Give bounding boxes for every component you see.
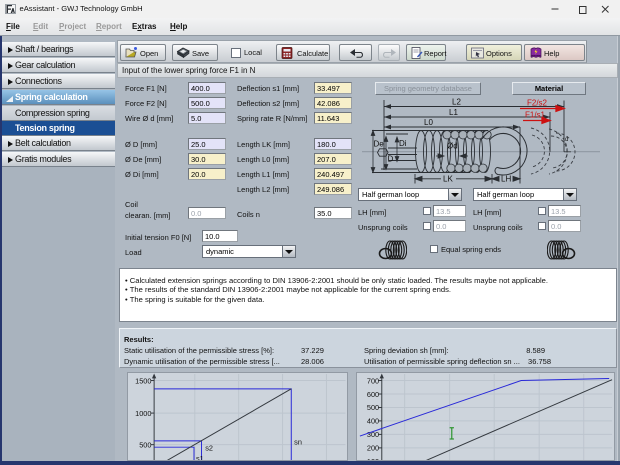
svg-text:Ød: Ød (447, 142, 458, 151)
svg-text:L0: L0 (424, 118, 433, 127)
svg-text:De: De (374, 140, 385, 149)
svg-text:500: 500 (367, 403, 379, 412)
svg-text:LH: LH (501, 175, 511, 184)
svg-text:LK: LK (443, 175, 453, 184)
svg-text:1500: 1500 (135, 376, 151, 385)
svg-text:700: 700 (367, 376, 379, 385)
svg-text:s1: s1 (196, 454, 204, 461)
svg-text:D: D (388, 155, 394, 164)
svg-text:s2: s2 (205, 444, 213, 453)
svg-text:d: d (565, 137, 568, 143)
svg-text:400: 400 (367, 417, 379, 426)
svg-text:500: 500 (139, 440, 151, 449)
svg-text:F2/s2: F2/s2 (527, 99, 548, 108)
svg-text:600: 600 (367, 390, 379, 399)
svg-text:L2: L2 (452, 98, 461, 107)
svg-text:L1: L1 (449, 108, 458, 117)
svg-text:sn: sn (294, 437, 302, 446)
svg-text:200: 200 (367, 444, 379, 453)
svg-text:Di: Di (399, 139, 407, 148)
svg-text:100: 100 (367, 457, 379, 461)
svg-text:1000: 1000 (135, 409, 151, 418)
svg-text:F1/s1: F1/s1 (525, 111, 546, 120)
